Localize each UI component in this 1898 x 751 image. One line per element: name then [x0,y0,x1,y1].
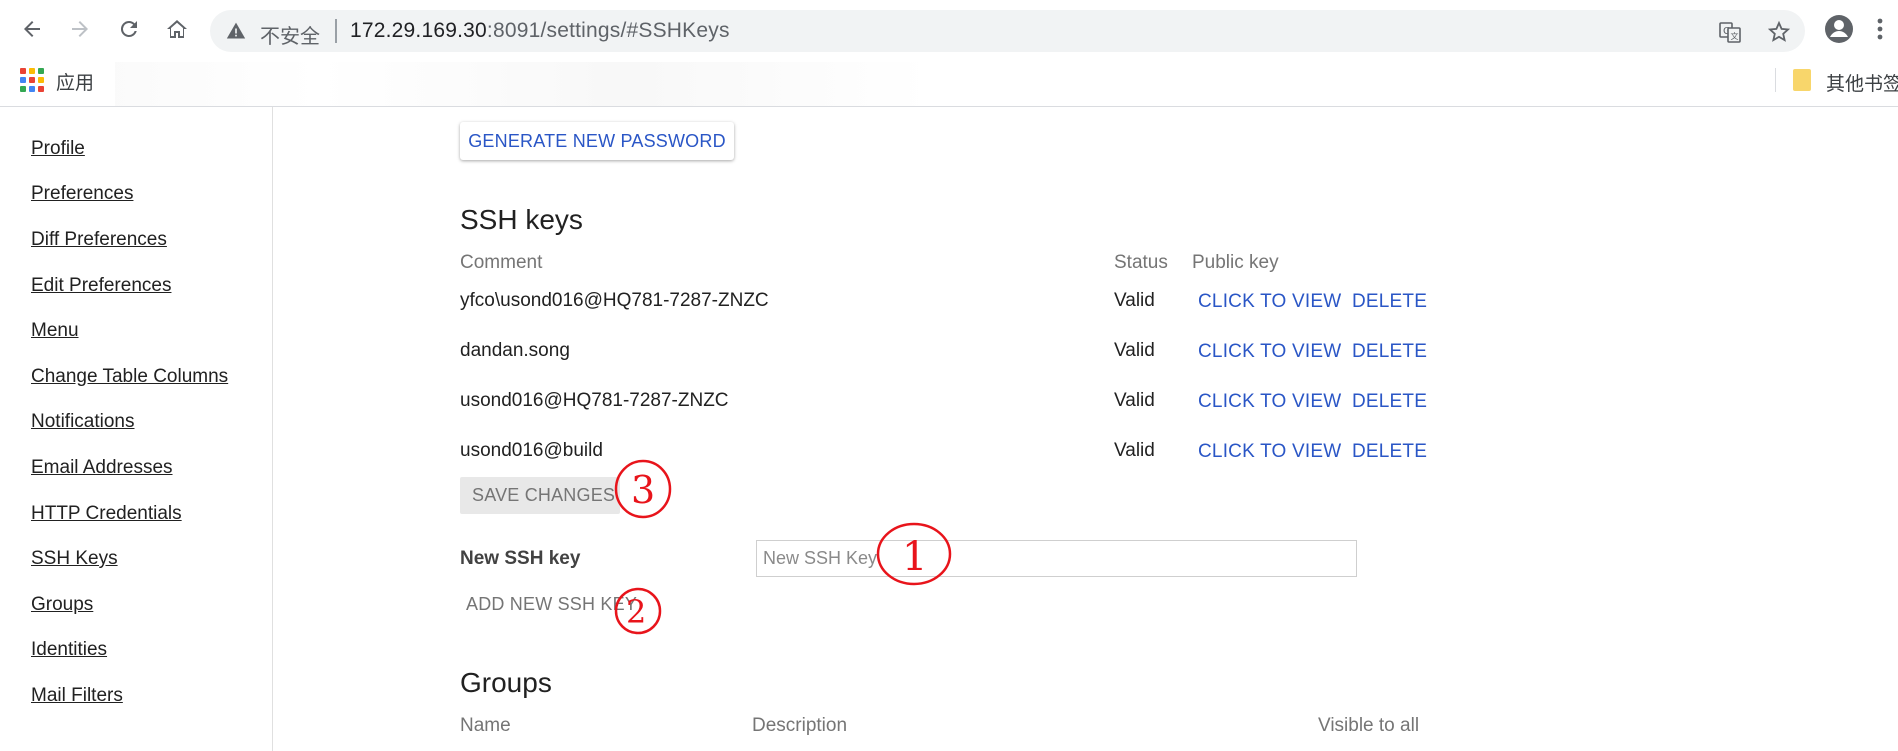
back-arrow-icon [24,21,40,37]
warning-triangle-icon [226,22,246,39]
delete-key-button[interactable]: DELETE [1352,291,1427,313]
sidebar-item-preferences[interactable]: Preferences [31,183,133,205]
ssh-key-comment: usond016@HQ781-7287-ZNZC [460,390,729,411]
save-changes-button[interactable]: SAVE CHANGES [460,477,620,514]
sidebar-item-email-addresses[interactable]: Email Addresses [31,457,173,479]
sidebar-item-profile[interactable]: Profile [31,138,85,160]
column-header-comment: Comment [460,252,543,273]
view-key-button[interactable]: CLICK TO VIEW [1198,291,1341,313]
ssh-keys-title: SSH keys [460,204,583,235]
ssh-key-comment: yfco\usond016@HQ781-7287-ZNZC [460,290,769,311]
delete-key-button[interactable]: DELETE [1352,341,1427,363]
bookmark-star-icon[interactable] [1767,20,1791,44]
column-header-name: Name [460,715,511,736]
url-text: 172.29.169.30:8091/settings/#SSHKeys [350,19,730,42]
apps-grid-icon[interactable] [20,68,44,92]
groups-title: Groups [460,667,552,698]
back-button[interactable] [15,12,49,46]
sidebar-item-notifications[interactable]: Notifications [31,411,135,433]
sidebar-item-menu[interactable]: Menu [31,320,79,342]
reload-icon [120,20,137,37]
translate-icon[interactable]: G文 [1718,20,1742,44]
account-avatar-icon [1825,15,1853,43]
ssh-key-status: Valid [1114,290,1155,311]
other-bookmarks[interactable]: 其他书签 [1826,69,1898,96]
sidebar-item-mail-filters[interactable]: Mail Filters [31,685,123,707]
delete-key-button[interactable]: DELETE [1352,391,1427,413]
omnibox-separator [335,19,337,43]
sidebar-item-identities[interactable]: Identities [31,639,107,661]
folder-icon [1793,69,1811,91]
generate-password-button[interactable]: GENERATE NEW PASSWORD [460,122,734,160]
home-button[interactable] [160,12,194,46]
sidebar-item-groups[interactable]: Groups [31,594,93,616]
new-ssh-key-input[interactable] [756,540,1357,577]
add-ssh-key-button[interactable]: ADD NEW SSH KEY [466,594,637,615]
browser-toolbar: 不安全 172.29.169.30:8091/settings/#SSHKeys… [0,0,1898,60]
reload-button[interactable] [112,12,146,46]
ssh-key-comment: dandan.song [460,340,570,361]
profile-button[interactable] [1822,12,1856,46]
security-label: 不安全 [260,24,320,48]
redacted-bookmarks [115,62,1135,106]
view-key-button[interactable]: CLICK TO VIEW [1198,341,1341,363]
bookmarks-divider [1775,68,1776,92]
sidebar-item-edit-preferences[interactable]: Edit Preferences [31,275,171,297]
ssh-key-status: Valid [1114,340,1155,361]
column-header-visible-to-all: Visible to all [1318,715,1420,736]
ssh-key-status: Valid [1114,390,1155,411]
annotation-circle-3: 3 [614,459,672,519]
column-header-public-key: Public key [1192,252,1279,273]
address-bar[interactable]: 不安全 172.29.169.30:8091/settings/#SSHKeys… [210,10,1805,52]
sidebar-item-change-table-columns[interactable]: Change Table Columns [31,366,228,388]
sidebar-item-ssh-keys[interactable]: SSH Keys [31,548,118,570]
home-icon [167,20,187,38]
column-header-description: Description [752,715,848,736]
svg-text:文: 文 [1731,31,1739,41]
sidebar-item-diff-preferences[interactable]: Diff Preferences [31,229,167,251]
kebab-menu-icon [1877,18,1883,40]
view-key-button[interactable]: CLICK TO VIEW [1198,391,1341,413]
view-key-button[interactable]: CLICK TO VIEW [1198,441,1341,463]
ssh-key-comment: usond016@build [460,440,603,461]
new-ssh-key-label: New SSH key [460,548,581,569]
sidebar-item-http-credentials[interactable]: HTTP Credentials [31,503,182,525]
forward-arrow-icon [72,21,88,37]
column-header-status: Status [1114,252,1168,273]
annotation-label: 3 [631,468,655,512]
browser-menu-button[interactable] [1870,12,1890,46]
ssh-key-status: Valid [1114,440,1155,461]
delete-key-button[interactable]: DELETE [1352,441,1427,463]
apps-bookmark[interactable]: 应用 [56,68,94,95]
forward-button[interactable] [63,12,97,46]
